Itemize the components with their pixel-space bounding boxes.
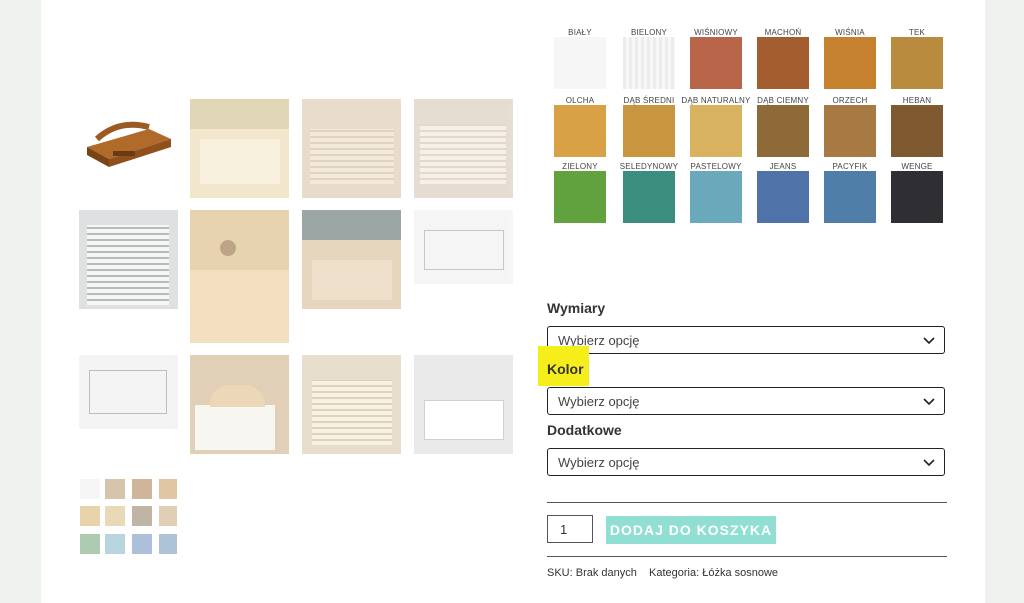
gallery-thumb-6[interactable] — [190, 210, 289, 343]
divider — [547, 556, 947, 557]
swatch-label: ZIELONY — [562, 162, 598, 171]
swatch-label: HEBAN — [902, 96, 932, 105]
swatch-label: DĄB CIEMNY — [757, 96, 809, 105]
swatch-label: WIŚNIA — [835, 28, 865, 37]
swatch-label: DĄB NATURALNY — [681, 96, 751, 105]
swatch-bielony[interactable] — [623, 37, 675, 89]
dimensions-label: Wymiary — [547, 300, 606, 316]
quantity-input[interactable]: 1 — [547, 515, 593, 543]
swatch-label: PASTELOWY — [690, 162, 742, 171]
color-select[interactable]: Wybierz opcję — [547, 387, 945, 415]
swatch-heban[interactable] — [891, 105, 943, 157]
swatch-label: BIAŁY — [568, 28, 592, 37]
swatch-zielony[interactable] — [554, 171, 606, 223]
swatch-bialy[interactable] — [554, 37, 606, 89]
gallery-thumb-swatches[interactable] — [79, 476, 178, 558]
gallery-thumb-11[interactable] — [302, 355, 401, 454]
category-link[interactable]: Łóżka sosnowe — [702, 567, 778, 579]
swatch-jeans[interactable] — [757, 171, 809, 223]
sku-label: SKU: — [547, 567, 573, 579]
gallery-thumb-12[interactable] — [414, 355, 513, 454]
swatch-olcha[interactable] — [554, 105, 606, 157]
swatch-tek[interactable] — [891, 37, 943, 89]
sku-meta: SKU: Brak danych — [547, 567, 637, 579]
extras-label: Dodatkowe — [547, 422, 622, 438]
color-label: Kolor — [547, 361, 584, 377]
swatch-seledynowy[interactable] — [623, 171, 675, 223]
swatch-machon[interactable] — [757, 37, 809, 89]
swatch-label: SELEDYNOWY — [619, 162, 679, 171]
divider — [547, 502, 947, 503]
swatch-dab-sredni[interactable] — [623, 105, 675, 157]
chevron-down-icon — [923, 459, 935, 467]
chevron-down-icon — [923, 398, 935, 406]
swatch-label: DĄB ŚREDNI — [623, 96, 675, 105]
gallery-thumb-9[interactable] — [79, 355, 178, 429]
gallery-thumb-8[interactable] — [414, 210, 513, 284]
swatch-dab-ciemny[interactable] — [757, 105, 809, 157]
swatch-label: MACHOŃ — [764, 28, 802, 37]
swatch-dab-naturalny[interactable] — [690, 105, 742, 157]
swatch-orzech[interactable] — [824, 105, 876, 157]
select-value: Wybierz opcję — [558, 394, 640, 409]
gallery-thumb-2[interactable] — [190, 99, 289, 198]
swatch-label: BIELONY — [630, 28, 668, 37]
extras-select[interactable]: Wybierz opcję — [547, 448, 945, 476]
chevron-down-icon — [923, 337, 935, 345]
category-meta: Kategoria: Łóżka sosnowe — [649, 567, 778, 579]
add-to-cart-button[interactable]: DODAJ DO KOSZYKA — [606, 516, 776, 544]
select-value: Wybierz opcję — [558, 455, 640, 470]
swatch-label: WIŚNIOWY — [694, 28, 738, 37]
swatch-label: JEANS — [769, 162, 797, 171]
dimensions-select[interactable]: Wybierz opcję — [547, 326, 945, 354]
swatch-label: WENGE — [901, 162, 933, 171]
page-content — [41, 0, 985, 603]
gallery-thumb-10[interactable] — [190, 355, 289, 454]
swatch-wenge[interactable] — [891, 171, 943, 223]
gallery-thumb-bed-main[interactable] — [79, 99, 178, 198]
category-label: Kategoria: — [649, 567, 700, 579]
gallery-thumb-4[interactable] — [414, 99, 513, 198]
swatch-pastelowy[interactable] — [690, 171, 742, 223]
gallery-thumb-3[interactable] — [302, 99, 401, 198]
swatch-label: TEK — [908, 28, 926, 37]
swatch-label: PACYFIK — [832, 162, 868, 171]
swatch-label: OLCHA — [565, 96, 595, 105]
sku-value: Brak danych — [575, 567, 637, 579]
gallery-thumb-5[interactable] — [79, 210, 178, 309]
bed-image-icon — [87, 121, 171, 167]
swatch-pacyfik[interactable] — [824, 171, 876, 223]
swatch-wisniowy[interactable] — [690, 37, 742, 89]
swatch-label: ORZECH — [832, 96, 868, 105]
gallery-thumb-7[interactable] — [302, 210, 401, 309]
swatch-wisnia[interactable] — [824, 37, 876, 89]
